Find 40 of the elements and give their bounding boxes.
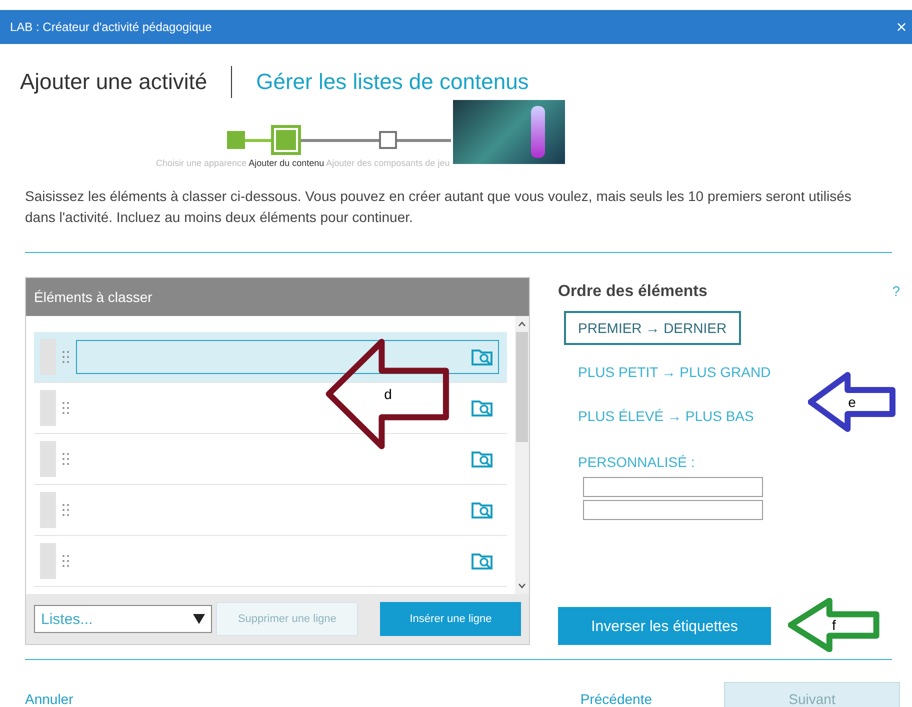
close-icon[interactable] xyxy=(897,22,906,32)
scroll-down-icon[interactable] xyxy=(518,583,526,589)
step-label: Choisir une apparence xyxy=(155,158,248,170)
grip-icon xyxy=(62,401,70,415)
window-title: LAB : Créateur d'activité pédagogique xyxy=(10,20,212,34)
panel-title: Éléments à classer xyxy=(34,289,152,305)
grip-icon xyxy=(62,350,70,364)
annotation-label: e xyxy=(848,394,856,410)
folder-search-icon[interactable] xyxy=(471,551,495,571)
step-label: Ajouter du contenu xyxy=(248,158,326,170)
help-link[interactable]: ? xyxy=(892,283,900,301)
item-input[interactable] xyxy=(76,340,499,374)
order-option[interactable]: PLUS ÉLEVÉ → PLUS BAS xyxy=(564,399,768,433)
order-option[interactable]: PLUS PETIT → PLUS GRAND xyxy=(564,355,785,389)
folder-search-icon[interactable] xyxy=(471,449,495,469)
grip-icon xyxy=(62,452,70,466)
insert-row-button[interactable]: Insérer une ligne xyxy=(380,602,522,636)
scrollbar[interactable] xyxy=(515,316,529,594)
folder-search-icon[interactable] xyxy=(471,398,495,418)
cancel-link[interactable]: Annuler xyxy=(25,691,74,707)
lists-dropdown[interactable]: Listes... xyxy=(34,605,212,633)
step-label: Ajouter des composants de jeu xyxy=(325,158,451,170)
tab[interactable]: Gérer les listes de contenus xyxy=(256,69,529,95)
custom-label-field[interactable] xyxy=(583,500,763,520)
dropdown-arrow-icon xyxy=(192,614,205,624)
folder-search-icon[interactable] xyxy=(471,500,495,520)
scroll-up-icon[interactable] xyxy=(518,321,526,327)
previous-link[interactable]: Précédente xyxy=(580,691,652,707)
annotation-label: d xyxy=(384,386,392,402)
custom-label-field[interactable] xyxy=(583,477,763,497)
invert-labels-button[interactable]: Inverser les étiquettes xyxy=(558,607,771,645)
order-option[interactable]: PREMIER → DERNIER xyxy=(564,311,741,345)
grip-icon xyxy=(62,554,70,568)
annotation-label: f xyxy=(832,617,836,633)
item-row[interactable] xyxy=(34,332,507,383)
tab[interactable]: Ajouter une activité xyxy=(20,69,208,95)
order-option[interactable]: PERSONNALISÉ : xyxy=(564,445,709,474)
grip-icon xyxy=(62,503,70,517)
order-title: Ordre des éléments xyxy=(558,283,708,301)
instructions-text: Saisissez les éléments à classer ci-dessous. Vous pouvez en créer autant que vous voulez, mais seuls les 10 premiers seront utilisés dans l'activité. Incluez au moins deux éléments pour continuer. xyxy=(25,187,852,227)
